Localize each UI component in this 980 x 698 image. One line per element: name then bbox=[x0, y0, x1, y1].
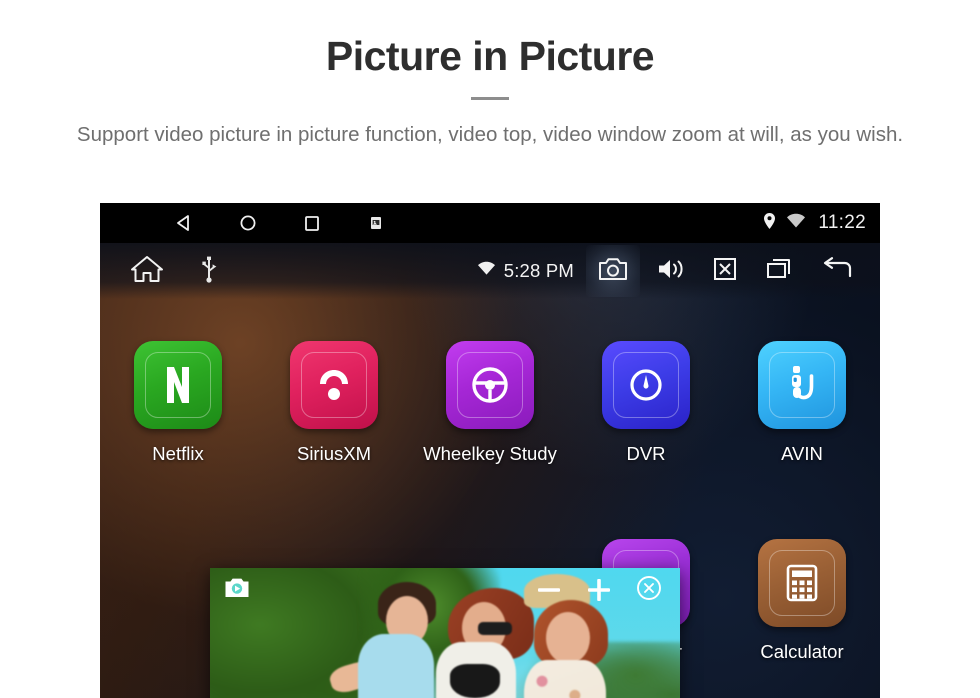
close-circle-icon bbox=[636, 575, 662, 606]
app-label: AVIN bbox=[781, 443, 823, 464]
app-siriusxm[interactable]: SiriusXM bbox=[256, 341, 412, 541]
volume-button[interactable] bbox=[644, 245, 698, 297]
android-status-bar: 11:22 bbox=[100, 203, 880, 243]
video-person-3-dress-pattern bbox=[524, 660, 606, 698]
pip-window[interactable]: eicarp bbox=[210, 568, 680, 698]
home-icon[interactable] bbox=[130, 254, 164, 289]
pip-close-button[interactable] bbox=[632, 573, 666, 607]
siriusxm-icon[interactable] bbox=[290, 341, 378, 429]
video-camera-icon[interactable] bbox=[224, 577, 250, 604]
toolbar-clock-group: 5:28 PM bbox=[477, 260, 574, 282]
wifi-icon bbox=[786, 213, 806, 234]
toolbar-right-group: 5:28 PM bbox=[477, 243, 864, 299]
video-person-2-inner bbox=[450, 664, 500, 698]
page-title: Picture in Picture bbox=[325, 33, 655, 79]
pip-controls bbox=[532, 573, 666, 607]
back-arrow-icon bbox=[820, 256, 854, 287]
recents-square-icon[interactable] bbox=[280, 213, 344, 233]
app-label: Calculator bbox=[760, 641, 844, 662]
audio-jack-icon[interactable] bbox=[758, 341, 846, 429]
pip-title-bar bbox=[210, 568, 680, 612]
speaker-volume-icon bbox=[656, 256, 686, 287]
back-triangle-icon[interactable] bbox=[152, 213, 216, 233]
status-bar-indicators: 11:22 bbox=[762, 203, 866, 243]
page-subtitle: Support video picture in picture functio… bbox=[76, 123, 904, 147]
speedometer-icon[interactable] bbox=[602, 341, 690, 429]
app-calculator[interactable]: Calculator bbox=[724, 539, 880, 698]
app-label: Netflix bbox=[152, 443, 204, 464]
app-label: Wheelkey Study bbox=[423, 443, 557, 464]
netflix-icon[interactable] bbox=[134, 341, 222, 429]
status-bar-clock: 11:22 bbox=[818, 212, 866, 233]
video-person-2-sunglasses bbox=[478, 622, 512, 635]
video-person-3-head bbox=[546, 612, 590, 664]
app-toolbar: 5:28 PM bbox=[100, 243, 880, 299]
pip-zoom-out-button[interactable] bbox=[532, 573, 566, 607]
title-divider bbox=[471, 97, 509, 101]
page-root: Picture in Picture Support video picture… bbox=[0, 0, 980, 698]
camera-icon bbox=[598, 256, 628, 287]
app-wheelkey-study[interactable]: Wheelkey Study bbox=[412, 341, 568, 541]
toolbar-left-group bbox=[130, 254, 218, 289]
status-bar-nav-group bbox=[152, 213, 408, 233]
windows-stack-icon bbox=[765, 256, 793, 287]
x-box-icon bbox=[712, 256, 738, 287]
promo-header: Picture in Picture Support video picture… bbox=[0, 0, 980, 149]
app-label: SiriusXM bbox=[296, 443, 371, 464]
mute-button[interactable] bbox=[702, 245, 748, 297]
app-avin[interactable]: AVIN bbox=[724, 341, 880, 541]
wifi-icon bbox=[477, 261, 496, 281]
app-netflix[interactable]: Netflix bbox=[100, 341, 256, 541]
video-person-1-top bbox=[358, 634, 434, 698]
steering-wheel-icon[interactable] bbox=[446, 341, 534, 429]
home-circle-icon[interactable] bbox=[216, 213, 280, 233]
app-row-1: Netflix SiriusXM Wheelkey Study DVR AVIN bbox=[100, 341, 880, 541]
calculator-icon[interactable] bbox=[758, 539, 846, 627]
app-label: DVR bbox=[626, 443, 666, 464]
usb-icon[interactable] bbox=[200, 255, 218, 288]
screenshot-image-icon[interactable] bbox=[344, 215, 408, 231]
camera-button[interactable] bbox=[586, 245, 640, 297]
toolbar-clock: 5:28 PM bbox=[503, 260, 574, 281]
back-button[interactable] bbox=[810, 245, 864, 297]
pip-zoom-in-button[interactable] bbox=[582, 573, 616, 607]
location-pin-icon bbox=[762, 212, 777, 235]
recent-apps-button[interactable] bbox=[752, 245, 806, 297]
app-dvr[interactable]: DVR bbox=[568, 341, 724, 541]
device-screen: 11:22 5:28 PM Netflix SiriusXM Wheelkey … bbox=[100, 203, 880, 698]
